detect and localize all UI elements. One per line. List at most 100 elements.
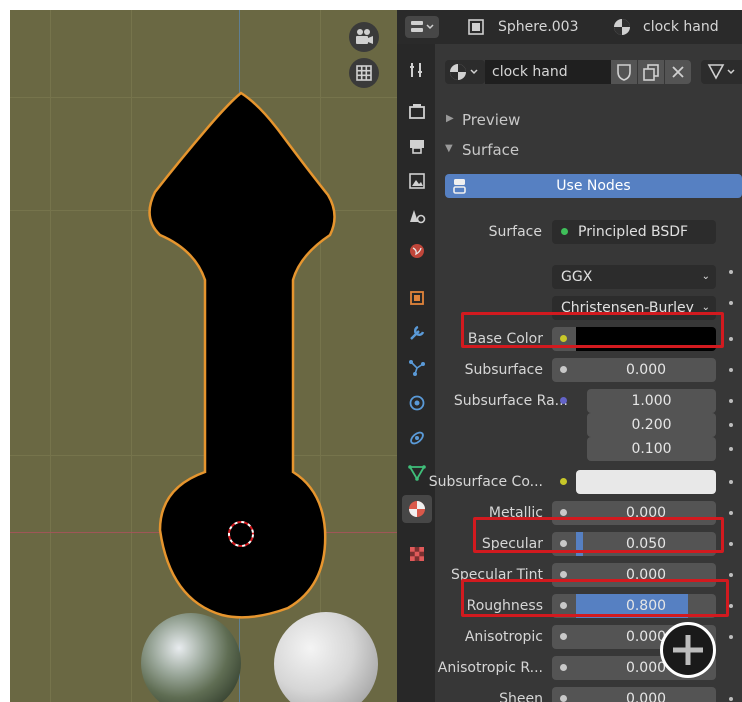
fake-user-shield-icon[interactable] bbox=[611, 60, 637, 84]
keyframe-dot[interactable] bbox=[729, 697, 733, 701]
tab-render[interactable] bbox=[402, 97, 432, 125]
unlink-material-close-icon[interactable] bbox=[665, 60, 691, 84]
3d-viewport[interactable] bbox=[10, 10, 397, 702]
value-socket-icon bbox=[560, 695, 567, 702]
specular-socket-button[interactable] bbox=[552, 532, 576, 556]
tab-output[interactable] bbox=[402, 132, 432, 160]
duplicate-material-icon[interactable] bbox=[638, 60, 664, 84]
use-nodes-button[interactable]: Use Nodes bbox=[445, 174, 742, 198]
chevron-down-icon bbox=[727, 69, 735, 75]
anisotropic-socket-button[interactable] bbox=[552, 625, 576, 649]
tab-scene[interactable] bbox=[402, 202, 432, 230]
chevron-down-icon: ⌄ bbox=[701, 271, 710, 282]
subsurface-color-label: Subsurface Co... bbox=[428, 474, 543, 490]
chevron-down-icon bbox=[426, 24, 434, 30]
node-tree-pin-icon[interactable] bbox=[701, 60, 742, 84]
base-color-label: Base Color bbox=[467, 331, 543, 347]
expand-arrow-icon[interactable]: ▶ bbox=[446, 113, 454, 124]
subsurface-value: 0.000 bbox=[625, 362, 667, 378]
material-name-field[interactable]: clock hand bbox=[485, 60, 611, 84]
properties-tabs bbox=[397, 44, 435, 702]
sheen-value: 0.000 bbox=[625, 691, 667, 702]
keyframe-dot[interactable] bbox=[729, 423, 733, 427]
screenshot-frame: Sphere.003 clock hand clock hand ▶ Previ… bbox=[0, 0, 742, 702]
collapse-arrow-icon[interactable]: ▼ bbox=[445, 143, 453, 154]
keyframe-dot[interactable] bbox=[729, 301, 733, 305]
panel-surface-header[interactable]: Surface bbox=[462, 140, 519, 160]
subsurface-label: Subsurface bbox=[464, 362, 543, 378]
metallic-value: 0.000 bbox=[625, 505, 667, 521]
tab-texture[interactable] bbox=[402, 540, 432, 568]
tab-tool[interactable] bbox=[402, 56, 432, 84]
subsurface-slider[interactable]: 0.000 bbox=[576, 358, 716, 382]
keyframe-dot[interactable] bbox=[729, 399, 733, 403]
subsurface-radius-x-field[interactable]: 1.000 bbox=[587, 389, 716, 413]
anisotropic-label: Anisotropic bbox=[464, 629, 543, 645]
slider-fill bbox=[576, 532, 583, 556]
surface-label: Surface bbox=[488, 224, 542, 240]
tab-physics[interactable] bbox=[402, 389, 432, 417]
value-socket-icon bbox=[560, 633, 567, 640]
value-socket-icon bbox=[560, 571, 567, 578]
sheen-socket-button[interactable] bbox=[552, 687, 576, 702]
sheen-label: Sheen bbox=[499, 691, 543, 702]
roughness-socket-button[interactable] bbox=[552, 594, 576, 618]
specular-label: Specular bbox=[481, 536, 543, 552]
surface-shader-selector[interactable]: Principled BSDF bbox=[552, 220, 716, 244]
specular-slider[interactable]: 0.050 bbox=[576, 532, 716, 556]
specular-tint-label: Specular Tint bbox=[450, 567, 543, 583]
add-icon[interactable] bbox=[660, 622, 716, 678]
keyframe-dot[interactable] bbox=[729, 337, 733, 341]
subsurface-radius-y-field[interactable]: 0.200 bbox=[587, 413, 716, 437]
specular-tint-socket-button[interactable] bbox=[552, 563, 576, 587]
anisotropic-rotation-socket-button[interactable] bbox=[552, 656, 576, 680]
subsurface-radius-label: Subsurface Ra... bbox=[453, 393, 568, 409]
tab-material[interactable] bbox=[402, 495, 432, 523]
roughness-value: 0.800 bbox=[625, 598, 667, 614]
subsurface-color-swatch[interactable] bbox=[576, 470, 716, 494]
keyframe-dot[interactable] bbox=[729, 635, 733, 639]
vector-socket-icon bbox=[560, 397, 567, 404]
specular-tint-slider[interactable]: 0.000 bbox=[576, 563, 716, 587]
tab-constraints[interactable] bbox=[402, 424, 432, 452]
tab-world[interactable] bbox=[402, 237, 432, 265]
subsurface-method-dropdown[interactable]: Christensen-Burley ⌄ bbox=[552, 296, 716, 320]
roughness-slider[interactable]: 0.800 bbox=[576, 594, 716, 618]
tab-object[interactable] bbox=[402, 284, 432, 312]
value-socket-icon bbox=[560, 366, 567, 373]
keyframe-dot[interactable] bbox=[729, 447, 733, 451]
keyframe-dot[interactable] bbox=[729, 542, 733, 546]
anisotropic-rotation-value: 0.000 bbox=[625, 660, 667, 676]
clock-hand-mesh[interactable] bbox=[148, 91, 336, 619]
tab-view-layer[interactable] bbox=[402, 167, 432, 195]
keyframe-dot[interactable] bbox=[729, 573, 733, 577]
subsurface-socket-button[interactable] bbox=[552, 358, 576, 382]
specular-value: 0.050 bbox=[625, 536, 667, 552]
chevron-down-icon bbox=[470, 69, 478, 75]
material-panel: clock hand ▶ Preview ▼ Surface Use Nodes bbox=[429, 44, 742, 702]
metallic-label: Metallic bbox=[488, 505, 543, 521]
base-color-socket-button[interactable] bbox=[552, 327, 576, 351]
browse-material-button[interactable] bbox=[445, 60, 485, 84]
tab-particles[interactable] bbox=[402, 354, 432, 382]
metallic-slider[interactable]: 0.000 bbox=[576, 501, 716, 525]
metallic-socket-button[interactable] bbox=[552, 501, 576, 525]
subsurface-radius-y-value: 0.200 bbox=[631, 417, 672, 433]
keyframe-dot[interactable] bbox=[729, 604, 733, 608]
keyframe-dot[interactable] bbox=[729, 368, 733, 372]
tab-data[interactable] bbox=[402, 459, 432, 487]
value-socket-icon bbox=[560, 664, 567, 671]
keyframe-dot[interactable] bbox=[729, 511, 733, 515]
panel-preview-header[interactable]: Preview bbox=[462, 110, 520, 130]
keyframe-dot[interactable] bbox=[729, 270, 733, 274]
subsurface-radius-z-field[interactable]: 0.100 bbox=[587, 437, 716, 461]
base-color-swatch[interactable] bbox=[576, 327, 716, 351]
value-socket-icon bbox=[560, 540, 567, 547]
editor-type-button[interactable] bbox=[405, 16, 439, 38]
sheen-slider[interactable]: 0.000 bbox=[576, 687, 716, 702]
tab-modifiers[interactable] bbox=[402, 319, 432, 347]
keyframe-dot[interactable] bbox=[729, 480, 733, 484]
distribution-dropdown[interactable]: GGX ⌄ bbox=[552, 265, 716, 289]
subsurface-method-value: Christensen-Burley bbox=[561, 300, 694, 316]
distribution-value: GGX bbox=[561, 269, 593, 285]
